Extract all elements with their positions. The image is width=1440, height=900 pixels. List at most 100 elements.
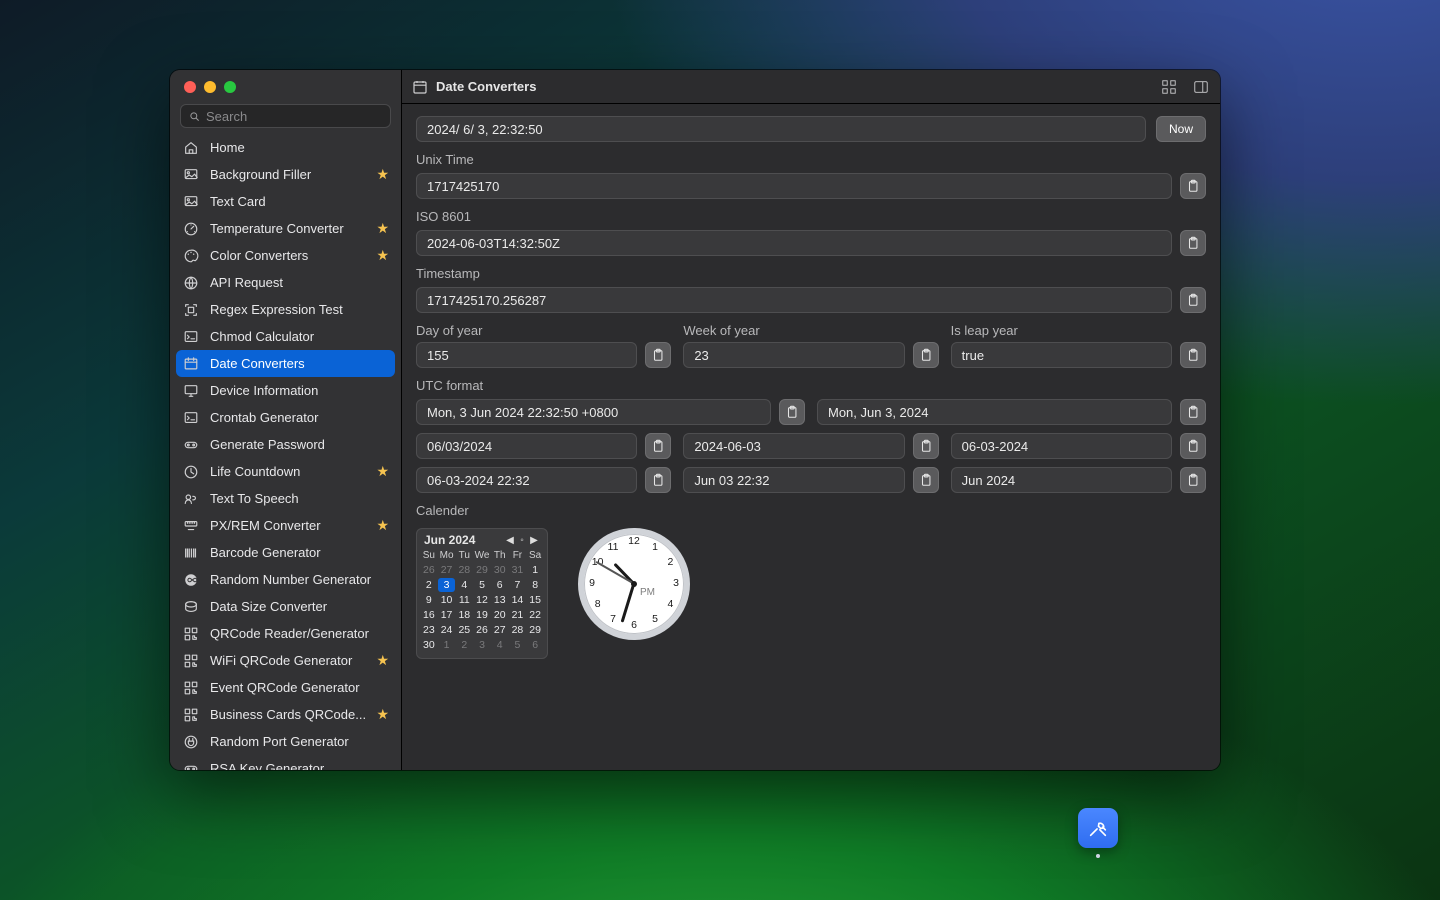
calendar-day-other[interactable]: 30 — [491, 563, 509, 577]
close-icon[interactable] — [184, 81, 196, 93]
calendar-prev-icon[interactable]: ◀ — [504, 534, 516, 546]
sidebar-item[interactable]: Home — [170, 134, 401, 161]
date-format-value[interactable]: Jun 2024 — [951, 467, 1172, 493]
calendar-day[interactable]: 19 — [473, 608, 491, 622]
calendar-day[interactable]: 22 — [526, 608, 544, 622]
sidebar-item[interactable]: Business Cards QRCode...★ — [170, 701, 401, 728]
sidebar-item[interactable]: Color Converters★ — [170, 242, 401, 269]
copy-format-button[interactable] — [913, 467, 939, 493]
sidebar-item[interactable]: Date Converters — [176, 350, 395, 377]
sidebar-item[interactable]: Random Port Generator — [170, 728, 401, 755]
sidebar-item[interactable]: Chmod Calculator — [170, 323, 401, 350]
copy-unix-button[interactable] — [1180, 173, 1206, 199]
calendar-day[interactable]: 4 — [455, 578, 473, 592]
copy-utc1-button[interactable] — [779, 399, 805, 425]
calendar-day[interactable]: 30 — [420, 638, 438, 652]
calendar-day-other[interactable]: 26 — [420, 563, 438, 577]
sidebar-item[interactable]: Text To Speech — [170, 485, 401, 512]
copy-doy-button[interactable] — [645, 342, 671, 368]
grid-view-icon[interactable] — [1160, 78, 1178, 96]
calendar-day[interactable]: 26 — [473, 623, 491, 637]
calendar-day[interactable]: 12 — [473, 593, 491, 607]
minimize-icon[interactable] — [204, 81, 216, 93]
calendar-day[interactable]: 7 — [509, 578, 527, 592]
date-format-value[interactable]: 06-03-2024 — [951, 433, 1172, 459]
calendar-day[interactable]: 18 — [455, 608, 473, 622]
calendar-day-other[interactable]: 4 — [491, 638, 509, 652]
week-of-year-value[interactable]: 23 — [683, 342, 904, 368]
copy-format-button[interactable] — [1180, 467, 1206, 493]
sidebar-item[interactable]: Data Size Converter — [170, 593, 401, 620]
iso-value[interactable]: 2024-06-03T14:32:50Z — [416, 230, 1172, 256]
sidebar-item[interactable]: WiFi QRCode Generator★ — [170, 647, 401, 674]
calendar-day[interactable]: 10 — [438, 593, 456, 607]
sidebar-item[interactable]: Text Card — [170, 188, 401, 215]
calendar-day[interactable]: 23 — [420, 623, 438, 637]
calendar-day-other[interactable]: 5 — [509, 638, 527, 652]
calendar-day[interactable]: 9 — [420, 593, 438, 607]
sidebar-item[interactable]: RSA Key Generator — [170, 755, 401, 770]
calendar-day-other[interactable]: 2 — [455, 638, 473, 652]
calendar-today-icon[interactable]: ◦ — [516, 534, 528, 546]
calendar-day-other[interactable]: 29 — [473, 563, 491, 577]
copy-timestamp-button[interactable] — [1180, 287, 1206, 313]
date-input[interactable]: 2024/ 6/ 3, 22:32:50 — [416, 116, 1146, 142]
calendar-day[interactable]: 8 — [526, 578, 544, 592]
calendar-day[interactable]: 14 — [509, 593, 527, 607]
calendar-day-other[interactable]: 6 — [526, 638, 544, 652]
calendar-day[interactable]: 13 — [491, 593, 509, 607]
calendar-day[interactable]: 27 — [491, 623, 509, 637]
utc-value-1[interactable]: Mon, 3 Jun 2024 22:32:50 +0800 — [416, 399, 771, 425]
fullscreen-icon[interactable] — [224, 81, 236, 93]
calendar-day-other[interactable]: 3 — [473, 638, 491, 652]
sidebar-item[interactable]: Regex Expression Test — [170, 296, 401, 323]
search-field[interactable] — [180, 104, 391, 128]
search-input[interactable] — [206, 109, 382, 124]
copy-leap-button[interactable] — [1180, 342, 1206, 368]
calendar-day[interactable]: 28 — [509, 623, 527, 637]
unix-time-value[interactable]: 1717425170 — [416, 173, 1172, 199]
calendar-day[interactable]: 15 — [526, 593, 544, 607]
calendar-widget[interactable]: Jun 2024 ◀ ◦ ▶ SuMoTuWeThFrSa26272829303… — [416, 528, 548, 659]
now-button[interactable]: Now — [1156, 116, 1206, 142]
day-of-year-value[interactable]: 155 — [416, 342, 637, 368]
copy-format-button[interactable] — [645, 467, 671, 493]
calendar-day-other[interactable]: 28 — [455, 563, 473, 577]
copy-utc2-button[interactable] — [1180, 399, 1206, 425]
sidebar-item[interactable]: Barcode Generator — [170, 539, 401, 566]
date-format-value[interactable]: 2024-06-03 — [683, 433, 904, 459]
date-format-value[interactable]: 06-03-2024 22:32 — [416, 467, 637, 493]
copy-format-button[interactable] — [645, 433, 671, 459]
calendar-day[interactable]: 2 — [420, 578, 438, 592]
calendar-next-icon[interactable]: ▶ — [528, 534, 540, 546]
sidebar-item[interactable]: Generate Password — [170, 431, 401, 458]
dock-app-icon[interactable] — [1078, 808, 1118, 848]
sidebar-item[interactable]: Temperature Converter★ — [170, 215, 401, 242]
calendar-day-today[interactable]: 3 — [438, 578, 456, 592]
sidebar-item[interactable]: QRCode Reader/Generator — [170, 620, 401, 647]
calendar-day-other[interactable]: 27 — [438, 563, 456, 577]
calendar-day[interactable]: 1 — [526, 563, 544, 577]
calendar-day[interactable]: 24 — [438, 623, 456, 637]
panel-toggle-icon[interactable] — [1192, 78, 1210, 96]
copy-format-button[interactable] — [1180, 433, 1206, 459]
sidebar-item[interactable]: API Request — [170, 269, 401, 296]
sidebar-item[interactable]: PX/REM Converter★ — [170, 512, 401, 539]
date-format-value[interactable]: Jun 03 22:32 — [683, 467, 904, 493]
calendar-day[interactable]: 16 — [420, 608, 438, 622]
leap-year-value[interactable]: true — [951, 342, 1172, 368]
copy-iso-button[interactable] — [1180, 230, 1206, 256]
timestamp-value[interactable]: 1717425170.256287 — [416, 287, 1172, 313]
sidebar-item[interactable]: Event QRCode Generator — [170, 674, 401, 701]
calendar-day[interactable]: 21 — [509, 608, 527, 622]
calendar-day[interactable]: 29 — [526, 623, 544, 637]
calendar-day[interactable]: 20 — [491, 608, 509, 622]
calendar-day[interactable]: 17 — [438, 608, 456, 622]
calendar-day[interactable]: 6 — [491, 578, 509, 592]
sidebar-item[interactable]: Device Information — [170, 377, 401, 404]
calendar-day[interactable]: 5 — [473, 578, 491, 592]
sidebar-item[interactable]: Background Filler★ — [170, 161, 401, 188]
calendar-day-other[interactable]: 31 — [509, 563, 527, 577]
calendar-day[interactable]: 25 — [455, 623, 473, 637]
copy-format-button[interactable] — [913, 433, 939, 459]
